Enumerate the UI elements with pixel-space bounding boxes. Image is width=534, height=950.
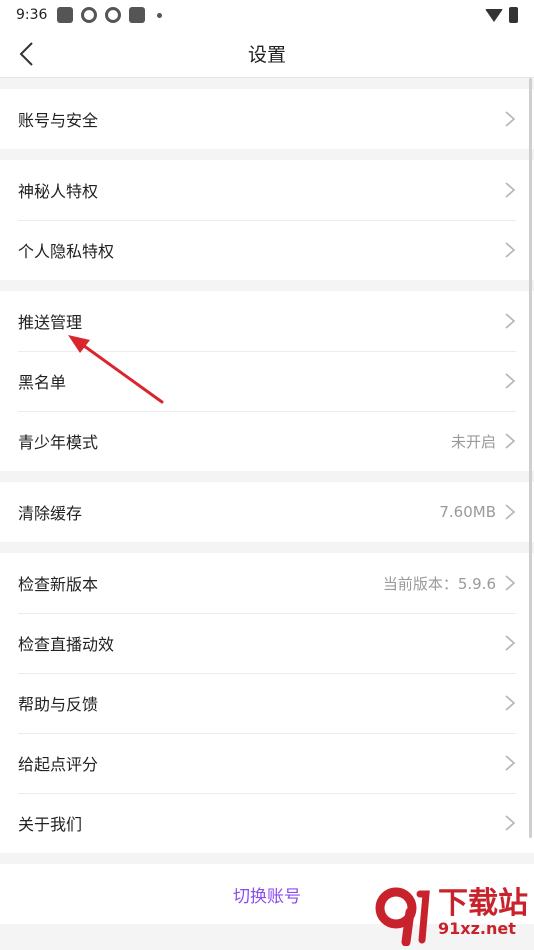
settings-item-label: 检查新版本 bbox=[18, 575, 99, 594]
settings-item-push-management[interactable]: 推送管理 bbox=[0, 291, 534, 351]
chevron-right-icon bbox=[505, 755, 516, 771]
chevron-right-icon bbox=[505, 373, 516, 389]
settings-item-label: 帮助与反馈 bbox=[18, 695, 99, 714]
settings-group-notifications: 推送管理 黑名单 青少年模式 未开启 bbox=[0, 291, 534, 471]
settings-item-clear-cache[interactable]: 清除缓存 7.60MB bbox=[0, 482, 534, 542]
settings-item-label: 神秘人特权 bbox=[18, 182, 99, 201]
chevron-right-icon bbox=[505, 575, 516, 591]
chevron-right-icon bbox=[505, 815, 516, 831]
settings-item-label: 推送管理 bbox=[18, 313, 83, 332]
settings-item-value: 7.60MB bbox=[439, 503, 496, 521]
more-notifications-icon bbox=[157, 12, 163, 18]
settings-item-label: 给起点评分 bbox=[18, 755, 99, 774]
watermark-brand: 下载站 bbox=[438, 886, 528, 922]
settings-item-label: 关于我们 bbox=[18, 815, 83, 834]
nav-bar: 设置 bbox=[0, 30, 534, 78]
settings-item-label: 清除缓存 bbox=[18, 504, 83, 523]
settings-item-account-security[interactable]: 账号与安全 bbox=[0, 89, 534, 149]
status-bar: 9:36 bbox=[0, 0, 534, 30]
watermark: 下载站 91xz.net bbox=[370, 882, 528, 946]
scrollbar[interactable] bbox=[529, 78, 532, 838]
chevron-right-icon bbox=[505, 182, 516, 198]
chevron-right-icon bbox=[505, 695, 516, 711]
settings-item-check-live-effects[interactable]: 检查直播动效 bbox=[0, 613, 534, 673]
settings-item-label: 账号与安全 bbox=[18, 111, 99, 130]
chevron-right-icon bbox=[505, 504, 516, 520]
chevron-right-icon bbox=[505, 111, 516, 127]
page-title: 设置 bbox=[247, 44, 286, 66]
chevron-right-icon bbox=[505, 433, 516, 449]
chevron-right-icon bbox=[505, 242, 516, 258]
settings-group-about: 检查新版本 当前版本：5.9.6 检查直播动效 帮助与反馈 给起点评分 关于我们 bbox=[0, 553, 534, 853]
watermark-domain: 91xz.net bbox=[438, 919, 516, 939]
settings-item-label: 青少年模式 bbox=[18, 433, 99, 452]
settings-item-value: 当前版本：5.9.6 bbox=[382, 574, 496, 593]
notification-icon bbox=[57, 7, 74, 23]
settings-item-label: 个人隐私特权 bbox=[18, 242, 115, 261]
switch-account-button[interactable]: 切换账号 bbox=[233, 882, 301, 907]
battery-icon bbox=[509, 7, 518, 23]
settings-item-check-version[interactable]: 检查新版本 当前版本：5.9.6 bbox=[0, 553, 534, 613]
notification-icon-2 bbox=[129, 7, 146, 23]
status-time: 9:36 bbox=[16, 7, 48, 23]
settings-group-account: 账号与安全 bbox=[0, 89, 534, 149]
settings-item-teen-mode[interactable]: 青少年模式 未开启 bbox=[0, 411, 534, 471]
settings-item-rate-app[interactable]: 给起点评分 bbox=[0, 733, 534, 793]
chevron-right-icon bbox=[505, 313, 516, 329]
app-notification-icon-2 bbox=[105, 7, 122, 23]
chevron-right-icon bbox=[505, 635, 516, 651]
settings-item-label: 黑名单 bbox=[18, 373, 67, 392]
settings-group-cache: 清除缓存 7.60MB bbox=[0, 482, 534, 542]
settings-item-privacy-privilege[interactable]: 个人隐私特权 bbox=[0, 220, 534, 280]
settings-item-blacklist[interactable]: 黑名单 bbox=[0, 351, 534, 411]
settings-item-mystery-privilege[interactable]: 神秘人特权 bbox=[0, 160, 534, 220]
settings-group-privileges: 神秘人特权 个人隐私特权 bbox=[0, 160, 534, 280]
settings-item-label: 检查直播动效 bbox=[18, 635, 115, 654]
settings-item-value: 未开启 bbox=[450, 432, 496, 451]
wifi-icon bbox=[485, 8, 503, 22]
back-arrow-icon[interactable] bbox=[14, 40, 42, 68]
settings-item-help-feedback[interactable]: 帮助与反馈 bbox=[0, 673, 534, 733]
settings-item-about-us[interactable]: 关于我们 bbox=[0, 793, 534, 853]
app-notification-icon bbox=[81, 7, 98, 23]
watermark-logo-icon bbox=[375, 887, 430, 946]
